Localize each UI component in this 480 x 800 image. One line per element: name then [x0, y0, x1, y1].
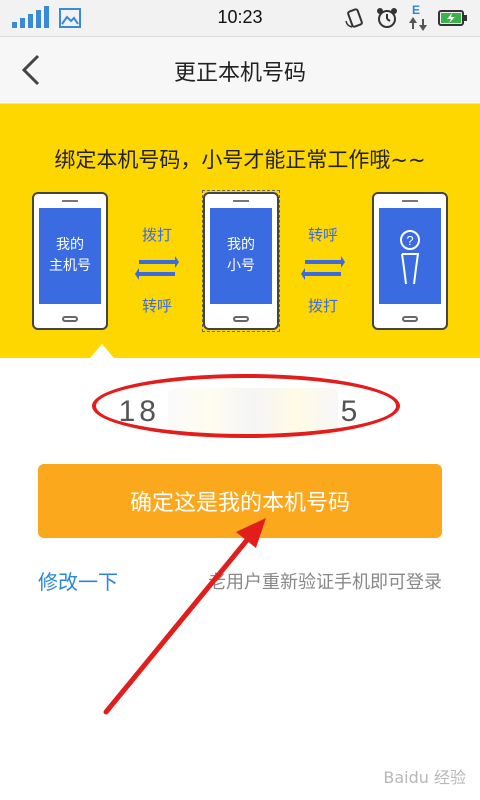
main-phone-illustration: 我的 主机号	[32, 192, 108, 330]
nav-bar: 更正本机号码	[0, 37, 480, 104]
main-phone-line1: 我的	[56, 237, 84, 253]
swap-group-2: 转呼 拨打	[288, 224, 358, 316]
network-type: E	[412, 3, 421, 17]
banner-caption: 绑定本机号码，小号才能正常工作哦~~	[54, 148, 426, 172]
main-phone-screen: 我的 主机号	[39, 208, 101, 304]
phone-number-mask	[168, 388, 338, 436]
status-bar: 10:23 E	[0, 0, 480, 37]
phone-number-prefix: 18	[118, 395, 160, 428]
status-right: E	[344, 3, 468, 31]
swap1-top-label: 拨打	[141, 226, 172, 244]
swap1-bottom-label: 转呼	[141, 297, 172, 315]
small-phone-screen: 我的 小号	[210, 208, 272, 304]
swap2-top-label: 转呼	[307, 226, 338, 244]
rotate-icon	[345, 8, 363, 28]
other-phone-screen: ?	[379, 208, 441, 304]
phone-number-row: 18 35	[0, 380, 480, 440]
svg-text:?: ?	[406, 233, 413, 248]
page-title: 更正本机号码	[173, 61, 306, 86]
battery-icon	[438, 10, 467, 26]
small-phone-line2: 小号	[227, 258, 255, 274]
main-phone-line2: 主机号	[49, 258, 91, 274]
swap2-bottom-label: 拨打	[307, 297, 338, 315]
confirm-number-button[interactable]: 确定这是我的本机号码	[38, 464, 442, 538]
unknown-person-icon: ?	[400, 230, 420, 285]
small-phone-line1: 我的	[227, 237, 255, 253]
watermark: Baidu 经验	[383, 768, 466, 787]
relogin-hint: 老用户重新验证手机即可登录	[208, 572, 442, 593]
alarm-icon	[377, 8, 397, 28]
banner-pointer	[90, 344, 114, 358]
swap-arrows-icon	[301, 256, 345, 280]
binding-banner: 绑定本机号码，小号才能正常工作哦~~ 我的 主机号 拨打 转呼 我的 小号 转呼	[0, 104, 480, 358]
modify-link[interactable]: 修改一下	[38, 566, 118, 595]
small-phone-illustration: 我的 小号	[203, 192, 279, 330]
data-transfer-icon: E	[408, 3, 428, 31]
swap-arrows-icon	[135, 256, 179, 280]
swap-group-1: 拨打 转呼	[122, 224, 192, 316]
other-phone-illustration: ?	[372, 192, 448, 330]
